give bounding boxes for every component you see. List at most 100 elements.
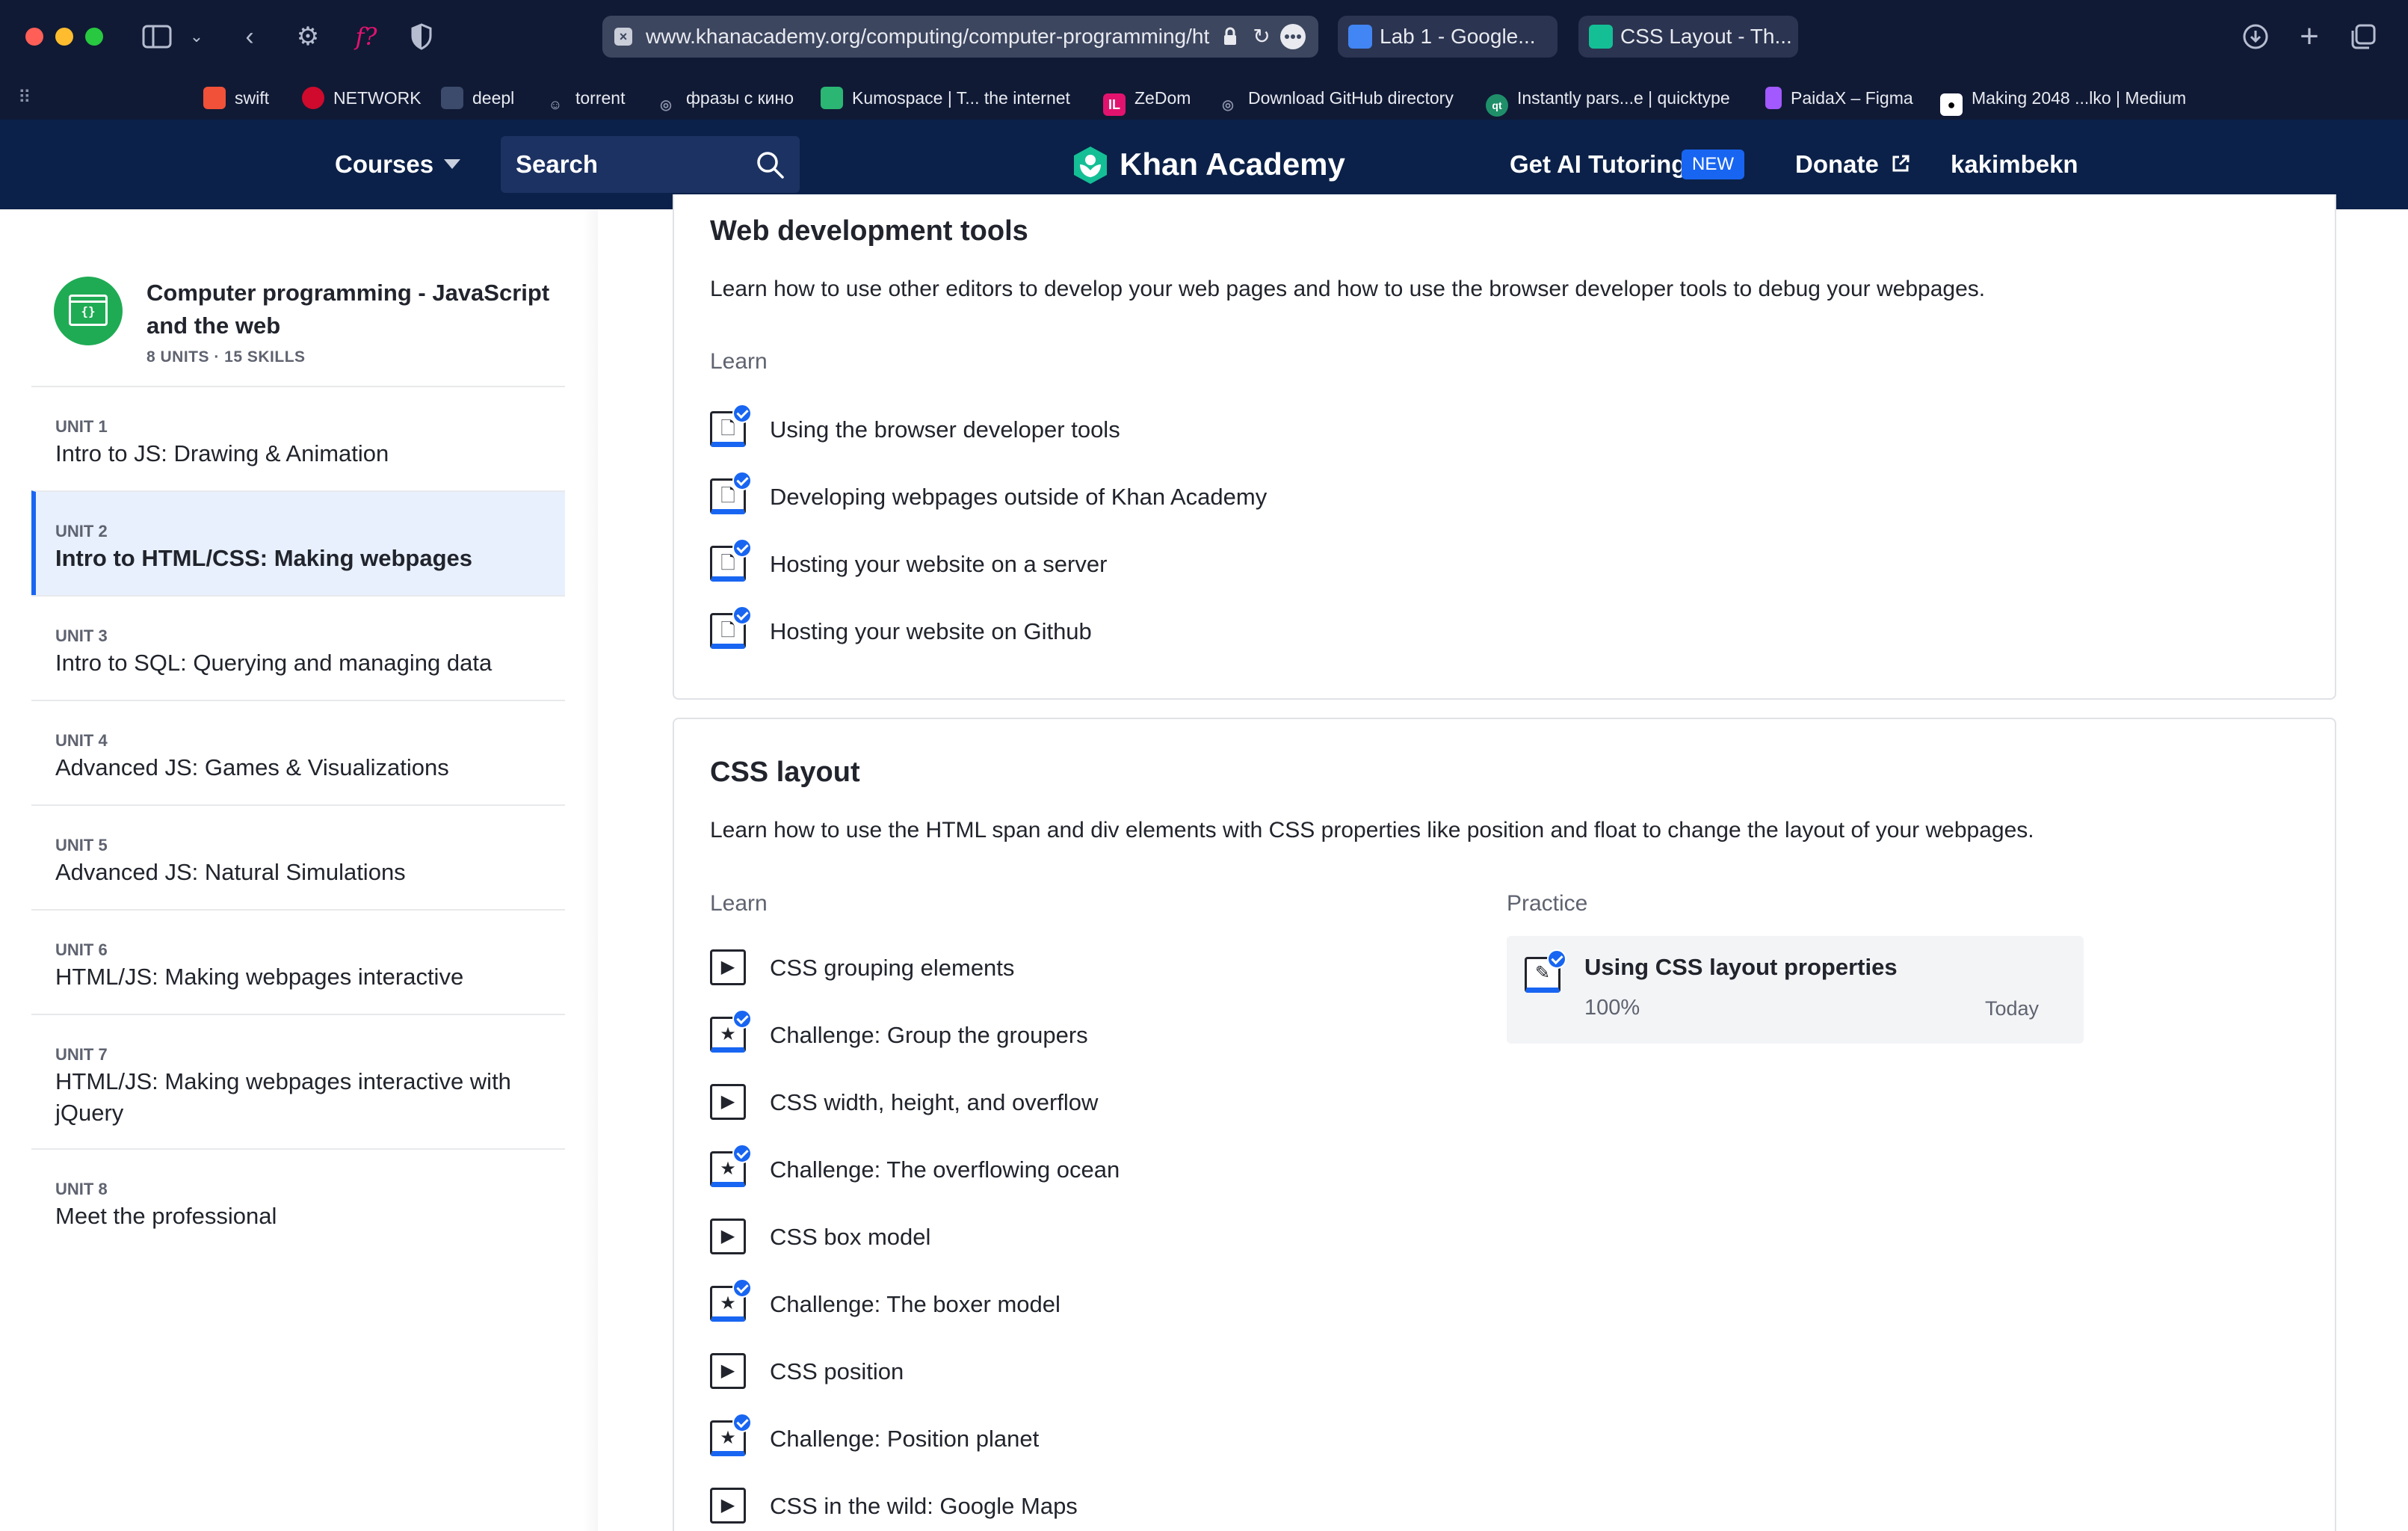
practice-date: Today <box>1984 997 2039 1020</box>
bookmark-medium[interactable]: ● Making 2048 ...lko | Medium <box>1940 84 2186 116</box>
tab-overview-icon[interactable] <box>2345 19 2381 55</box>
chevron-down-icon[interactable]: ⌄ <box>185 19 208 55</box>
figma-icon <box>1765 87 1782 109</box>
sidebar-toggle-icon[interactable] <box>139 19 175 55</box>
completed-check-icon <box>732 538 752 558</box>
unit-label: UNIT 3 <box>55 626 108 645</box>
unit-title: Intro to JS: Drawing & Animation <box>55 440 389 466</box>
search-icon[interactable] <box>755 150 785 179</box>
completed-check-icon <box>732 404 752 423</box>
learn-section-label: Learn <box>710 349 768 374</box>
more-options-icon[interactable] <box>1278 22 1308 52</box>
shield-icon[interactable] <box>404 19 439 55</box>
swift-icon <box>203 87 226 109</box>
unit-title: HTML/JS: Making webpages interactive <box>55 964 464 990</box>
bookmark-zedom[interactable]: IL ZeDom <box>1103 84 1191 116</box>
khan-academy-logo-icon <box>1074 147 1107 184</box>
unit-title: Advanced JS: Natural Simulations <box>55 859 406 885</box>
bookmark-figma[interactable]: PaidaX – Figma <box>1765 84 1913 112</box>
site-favicon-icon: × <box>614 28 632 46</box>
address-bar[interactable]: × www.khanacademy.org/computing/computer… <box>602 16 1318 58</box>
apps-grid-icon[interactable]: ⠿ <box>18 88 37 108</box>
lock-icon <box>1215 22 1245 52</box>
practice-exercise-card[interactable]: ✎ Using CSS layout properties 100% Today <box>1507 936 2084 1044</box>
unit-label: UNIT 7 <box>55 1045 108 1064</box>
sidebar-unit-1[interactable]: UNIT 1 Intro to JS: Drawing & Animation <box>31 386 565 490</box>
course-title[interactable]: Computer programming - JavaScript and th… <box>146 277 569 342</box>
lesson-card-web-development-tools: Web development tools Learn how to use o… <box>673 194 2336 700</box>
practice-score: 100% <box>1584 996 1640 1020</box>
search-input[interactable]: Search <box>501 136 800 193</box>
bookmark-network[interactable]: NETWORK <box>302 84 422 112</box>
unit-title: Intro to SQL: Querying and managing data <box>55 650 493 676</box>
unit-label: UNIT 6 <box>55 940 108 959</box>
bookmark-github-directory[interactable]: ◎ Download GitHub directory <box>1217 84 1454 112</box>
unit-title: Intro to HTML/CSS: Making webpages <box>55 545 473 571</box>
completed-check-icon <box>732 1144 752 1163</box>
reload-icon[interactable]: ↻ <box>1247 22 1276 52</box>
bookmark-quicktype[interactable]: qt Instantly pars...e | quicktype <box>1486 84 1730 117</box>
unit-title: HTML/JS: Making webpages interactive wit… <box>55 1068 511 1126</box>
bookmark-torrent[interactable]: ☺ torrent <box>544 84 626 112</box>
logo-text: Khan Academy <box>1120 147 1345 182</box>
lesson-card-css-layout: CSS layout Learn how to use the HTML spa… <box>673 718 2336 1531</box>
unit-title: Advanced JS: Games & Visualizations <box>55 754 449 780</box>
course-meta: 8 UNITS · 15 SKILLS <box>146 348 306 366</box>
bookmark-swift[interactable]: swift <box>203 84 269 112</box>
sidebar-unit-8[interactable]: UNIT 8 Meet the professional <box>31 1148 565 1253</box>
maximize-window-button[interactable] <box>85 28 103 46</box>
completed-check-icon <box>732 1009 752 1029</box>
completed-check-icon <box>732 1413 752 1432</box>
unit-label: UNIT 5 <box>55 836 108 854</box>
close-window-button[interactable] <box>25 28 43 46</box>
video-play-icon: ▶ <box>710 1353 746 1389</box>
deepl-icon <box>441 87 463 109</box>
bookmark-phrases[interactable]: ◎ фразы с кино <box>655 84 794 112</box>
learn-section-label: Learn <box>710 891 768 916</box>
browser-tab-css-layout[interactable]: CSS Layout - Th... <box>1578 16 1798 58</box>
practice-section-label: Practice <box>1507 891 1588 916</box>
sidebar-divider <box>583 209 599 1531</box>
video-play-icon: ▶ <box>710 1084 746 1120</box>
quicktype-icon: qt <box>1486 94 1508 117</box>
lesson-title[interactable]: CSS layout <box>710 757 860 789</box>
sidebar-unit-7[interactable]: UNIT 7 HTML/JS: Making webpages interact… <box>31 1014 565 1148</box>
bookmark-deepl[interactable]: deepl <box>441 84 514 112</box>
new-tab-icon[interactable]: + <box>2291 19 2327 55</box>
back-icon[interactable]: ‹ <box>235 19 265 55</box>
sidebar-unit-4[interactable]: UNIT 4 Advanced JS: Games & Visualizatio… <box>31 700 565 804</box>
new-badge: NEW <box>1682 150 1744 179</box>
courses-menu-button[interactable]: Courses <box>335 120 461 209</box>
completed-check-icon <box>732 1278 752 1298</box>
completed-check-icon <box>732 471 752 490</box>
globe-icon: ◎ <box>660 97 672 112</box>
unit-title: Meet the professional <box>55 1203 277 1229</box>
caret-down-icon <box>444 159 461 169</box>
sidebar-unit-3[interactable]: UNIT 3 Intro to SQL: Querying and managi… <box>31 595 565 700</box>
lesson-title[interactable]: Web development tools <box>710 215 1028 247</box>
main-content: Web development tools Learn how to use o… <box>598 194 2408 1531</box>
tab-label: CSS Layout - Th... <box>1620 25 1792 48</box>
globe-icon: ◎ <box>1222 97 1234 112</box>
lesson-description: Learn how to use the HTML span and div e… <box>710 818 2034 842</box>
torrent-icon: ☺ <box>548 97 563 112</box>
browser-tab-lab1[interactable]: Lab 1 - Google... <box>1338 16 1558 58</box>
kumospace-icon <box>821 87 843 109</box>
gear-icon[interactable]: ⚙ <box>290 19 326 55</box>
bookmark-kumospace[interactable]: Kumospace | T... the internet <box>821 84 1070 112</box>
url-text[interactable]: www.khanacademy.org/computing/computer-p… <box>646 16 1214 58</box>
sidebar-unit-6[interactable]: UNIT 6 HTML/JS: Making webpages interact… <box>31 909 565 1014</box>
lesson-description: Learn how to use other editors to develo… <box>710 277 1986 301</box>
khan-academy-favicon-icon <box>1589 25 1613 49</box>
course-sidebar: {} Computer programming - JavaScript and… <box>0 209 598 1531</box>
sidebar-unit-2[interactable]: UNIT 2 Intro to HTML/CSS: Making webpage… <box>31 490 565 595</box>
unit-label: UNIT 2 <box>55 522 108 540</box>
medium-icon: ● <box>1940 93 1963 116</box>
unit-label: UNIT 8 <box>55 1180 108 1198</box>
sidebar-unit-5[interactable]: UNIT 5 Advanced JS: Natural Simulations <box>31 804 565 909</box>
completed-check-icon <box>732 606 752 625</box>
course-code-window-icon: {} <box>54 277 123 345</box>
minimize-window-button[interactable] <box>55 28 73 46</box>
function-extension-icon[interactable]: f? <box>347 19 386 55</box>
download-icon[interactable] <box>2238 19 2273 55</box>
